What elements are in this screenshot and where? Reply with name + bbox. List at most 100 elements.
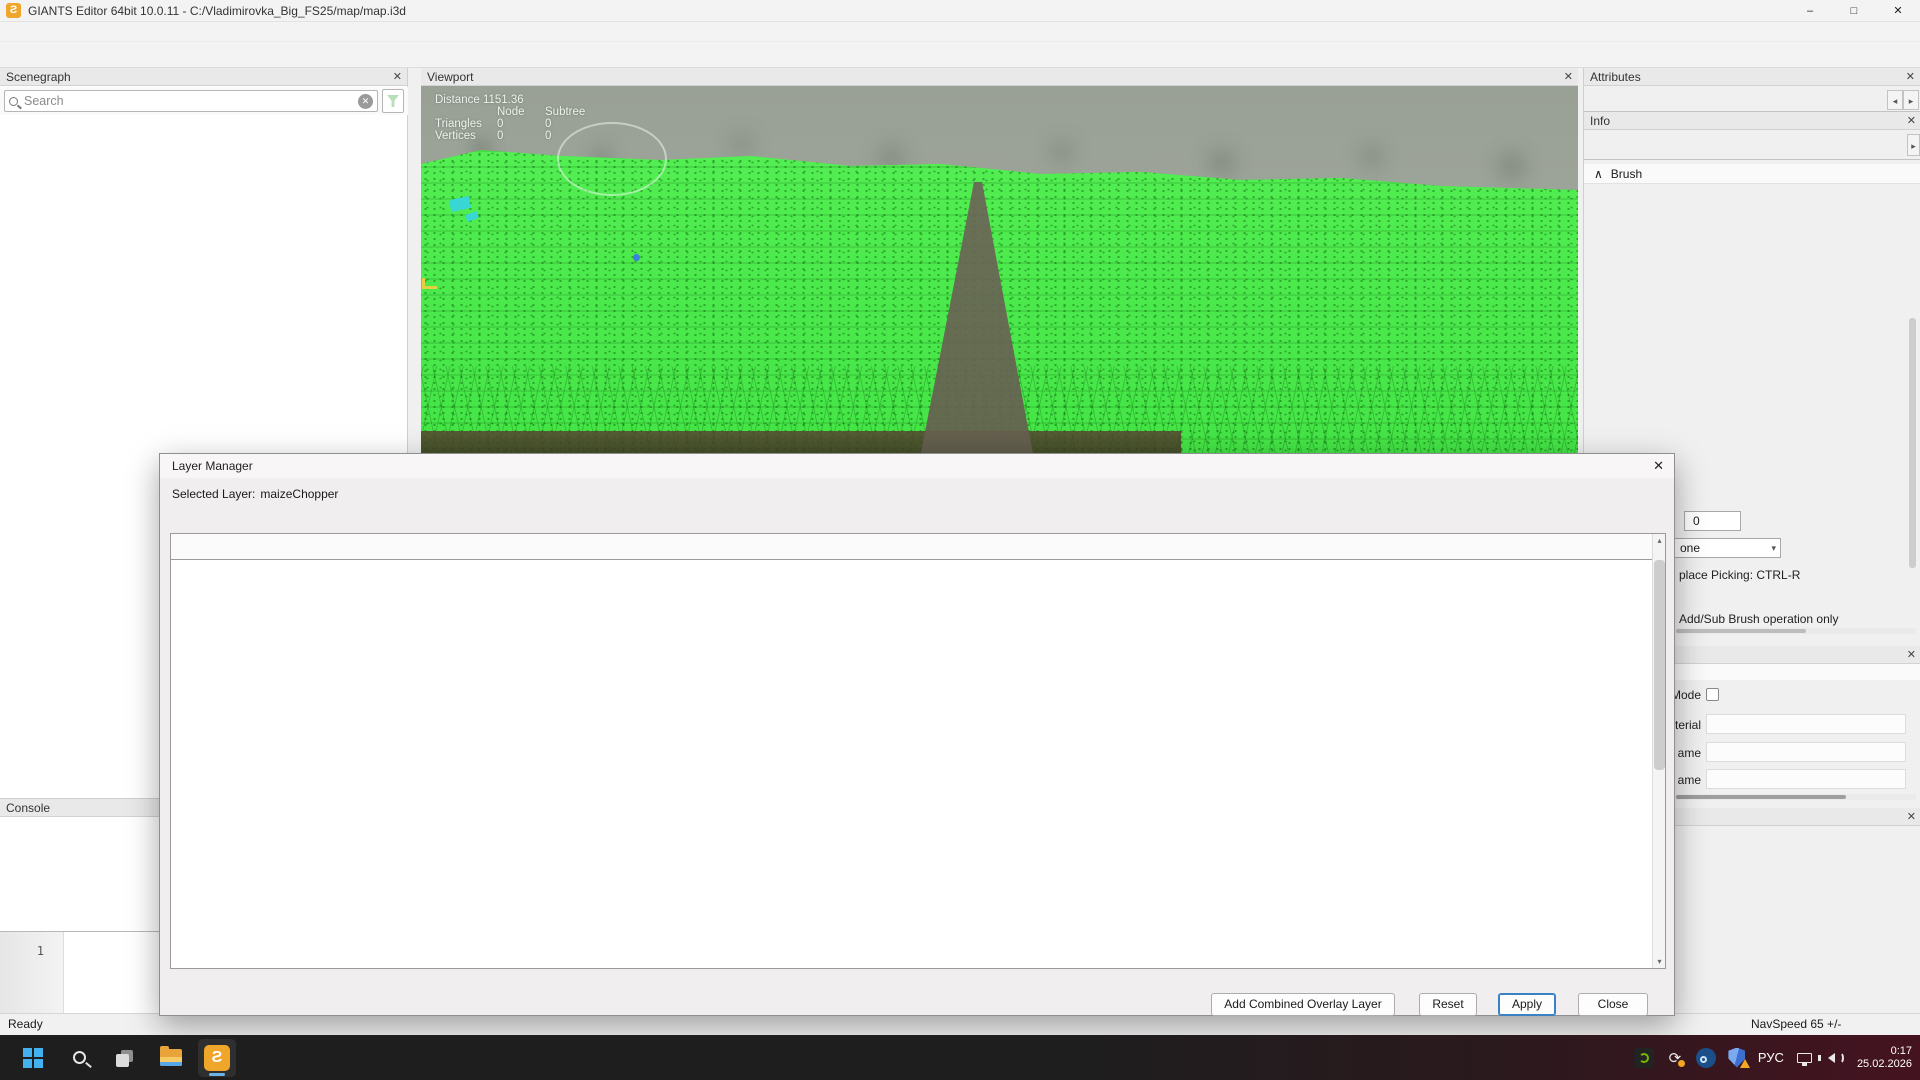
reset-button[interactable]: Reset xyxy=(1419,993,1477,1016)
info-close-icon[interactable]: ✕ xyxy=(1907,112,1916,130)
attributes-header: Attributes ✕ xyxy=(1584,68,1920,86)
name-field-2[interactable] xyxy=(1706,769,1906,789)
sync-tray-icon[interactable]: ⟳ xyxy=(1665,1048,1685,1068)
layer-manager-close-icon[interactable]: ✕ xyxy=(1653,454,1664,478)
selected-layer-value: maizeChopper xyxy=(260,487,338,501)
minimize-button[interactable]: – xyxy=(1788,0,1832,22)
layer-manager-title: Layer Manager xyxy=(172,454,253,478)
mode-checkbox[interactable] xyxy=(1706,688,1719,701)
window-title: GIANTS Editor 64bit 10.0.11 - C:/Vladimi… xyxy=(28,0,406,22)
filter-funnel-icon xyxy=(387,95,399,107)
taskbar-search-button[interactable] xyxy=(60,1039,98,1077)
picking-hint-text: place Picking: CTRL-R xyxy=(1679,568,1800,582)
giants-editor-taskbar-button[interactable]: Ƨ xyxy=(198,1039,236,1077)
search-input[interactable]: Search ✕ xyxy=(4,90,378,112)
layer-table: ▴ ▾ xyxy=(170,533,1666,969)
task-view-icon xyxy=(115,1048,135,1068)
layer-manager-titlebar[interactable]: Layer Manager ✕ xyxy=(160,454,1674,478)
giants-editor-icon: Ƨ xyxy=(204,1045,230,1071)
attributes-close-icon[interactable]: ✕ xyxy=(1906,68,1915,86)
attributes-scrollbar[interactable] xyxy=(1909,168,1916,628)
scenegraph-header: Scenegraph ✕ xyxy=(0,68,407,86)
taskbar-apps: Ƨ xyxy=(14,1035,236,1080)
steam-tray-icon[interactable] xyxy=(1696,1048,1716,1068)
folder-icon xyxy=(160,1049,182,1066)
status-ready: Ready xyxy=(8,1014,43,1035)
script-gutter: 1 xyxy=(0,932,64,1015)
scenegraph-close-icon[interactable]: ✕ xyxy=(393,68,402,86)
windows-taskbar: Ƨ ⟳ РУС 0:17 25.02.2026 xyxy=(0,1035,1920,1080)
name-field-1[interactable] xyxy=(1706,742,1906,762)
status-bar: Ready NavSpeed 65 +/- xyxy=(0,1013,1920,1035)
language-indicator[interactable]: РУС xyxy=(1758,1050,1784,1065)
app-icon: Ƨ xyxy=(6,3,21,18)
brush-hscrollbar[interactable] xyxy=(1676,628,1916,634)
brush-extra-dropdown[interactable]: one▾ xyxy=(1669,538,1781,558)
windows-logo-icon xyxy=(23,1048,43,1068)
scrollbar-thumb[interactable] xyxy=(1654,560,1665,770)
search-icon xyxy=(73,1051,86,1064)
security-shield-tray-icon[interactable] xyxy=(1727,1048,1747,1068)
task-view-button[interactable] xyxy=(106,1039,144,1077)
file-explorer-button[interactable] xyxy=(152,1039,190,1077)
layer-manager-dialog: Layer Manager ✕ Selected Layer:maizeChop… xyxy=(159,453,1675,1016)
search-placeholder: Search xyxy=(24,94,358,108)
close-dialog-button[interactable]: Close xyxy=(1578,993,1648,1016)
apply-button[interactable]: Apply xyxy=(1498,993,1556,1016)
search-icon xyxy=(9,97,18,106)
brush-extra-field[interactable]: 0 xyxy=(1684,511,1741,531)
brush-section-title: Brush xyxy=(1611,167,1642,181)
info-section-header: Info ✕ xyxy=(1584,112,1920,130)
paint-section-close-icon[interactable]: ✕ xyxy=(1907,646,1916,664)
scenegraph-search-row: Search ✕ xyxy=(0,87,408,115)
title-bar[interactable]: Ƨ GIANTS Editor 64bit 10.0.11 - C:/Vladi… xyxy=(0,0,1920,22)
menu-bar xyxy=(0,22,1920,42)
viewport-header: Viewport ✕ xyxy=(421,68,1578,86)
viewport-title: Viewport xyxy=(427,70,473,84)
info-tabs xyxy=(1584,130,1920,160)
attributes-title: Attributes xyxy=(1590,70,1641,84)
selected-layer-line: Selected Layer:maizeChopper xyxy=(172,487,338,501)
filter-button[interactable] xyxy=(382,89,404,113)
tray-date: 25.02.2026 xyxy=(1857,1058,1912,1071)
search-clear-icon[interactable]: ✕ xyxy=(358,94,373,109)
viewport-close-icon[interactable]: ✕ xyxy=(1564,68,1573,86)
yellow-marker xyxy=(422,278,437,289)
system-tray: ⟳ РУС 0:17 25.02.2026 xyxy=(1634,1035,1912,1080)
layer-table-scrollbar[interactable]: ▴ ▾ xyxy=(1652,534,1665,968)
addsub-hint-text: Add/Sub Brush operation only xyxy=(1679,612,1838,626)
scroll-up-icon[interactable]: ▴ xyxy=(1653,534,1666,547)
paint-hscrollbar[interactable] xyxy=(1676,794,1916,800)
status-navspeed: NavSpeed 65 +/- xyxy=(1751,1014,1841,1035)
toolbar xyxy=(0,42,1920,68)
blue-marker xyxy=(633,254,640,261)
bottom-section-close-icon[interactable]: ✕ xyxy=(1907,808,1916,826)
brush-section-toggle[interactable]: ∧Brush xyxy=(1584,164,1920,184)
tray-time: 0:17 xyxy=(1857,1045,1912,1058)
info-title: Info xyxy=(1590,114,1610,128)
tab-scroll-right-icon[interactable]: ▸ xyxy=(1903,90,1919,110)
window-controls: – □ ✕ xyxy=(1788,0,1920,22)
add-combined-overlay-layer-button[interactable]: Add Combined Overlay Layer xyxy=(1211,993,1395,1016)
close-button[interactable]: ✕ xyxy=(1876,0,1920,22)
scroll-down-icon[interactable]: ▾ xyxy=(1653,955,1666,968)
maximize-button[interactable]: □ xyxy=(1832,0,1876,22)
tab-scroll-left-icon[interactable]: ◂ xyxy=(1887,90,1903,110)
material-field[interactable] xyxy=(1706,714,1906,734)
line-number: 1 xyxy=(0,944,44,958)
network-tray-icon[interactable] xyxy=(1795,1048,1815,1068)
nvidia-tray-icon[interactable] xyxy=(1634,1048,1654,1068)
giants-editor-window: Ƨ GIANTS Editor 64bit 10.0.11 - C:/Vladi… xyxy=(0,0,1920,1080)
horizon-haze xyxy=(421,86,422,87)
info-tab-scroll-right-icon[interactable]: ▸ xyxy=(1907,134,1920,156)
start-button[interactable] xyxy=(14,1039,52,1077)
layer-table-header xyxy=(171,534,1665,560)
brush-circle-overlay xyxy=(557,122,667,196)
scenegraph-title: Scenegraph xyxy=(6,70,71,84)
console-title: Console xyxy=(6,801,50,815)
active-app-indicator xyxy=(209,1073,225,1076)
volume-tray-icon[interactable] xyxy=(1826,1048,1846,1068)
attributes-tabs xyxy=(1584,86,1920,112)
attributes-tab-scroll: ◂▸ xyxy=(1887,90,1919,110)
taskbar-clock[interactable]: 0:17 25.02.2026 xyxy=(1857,1045,1912,1071)
